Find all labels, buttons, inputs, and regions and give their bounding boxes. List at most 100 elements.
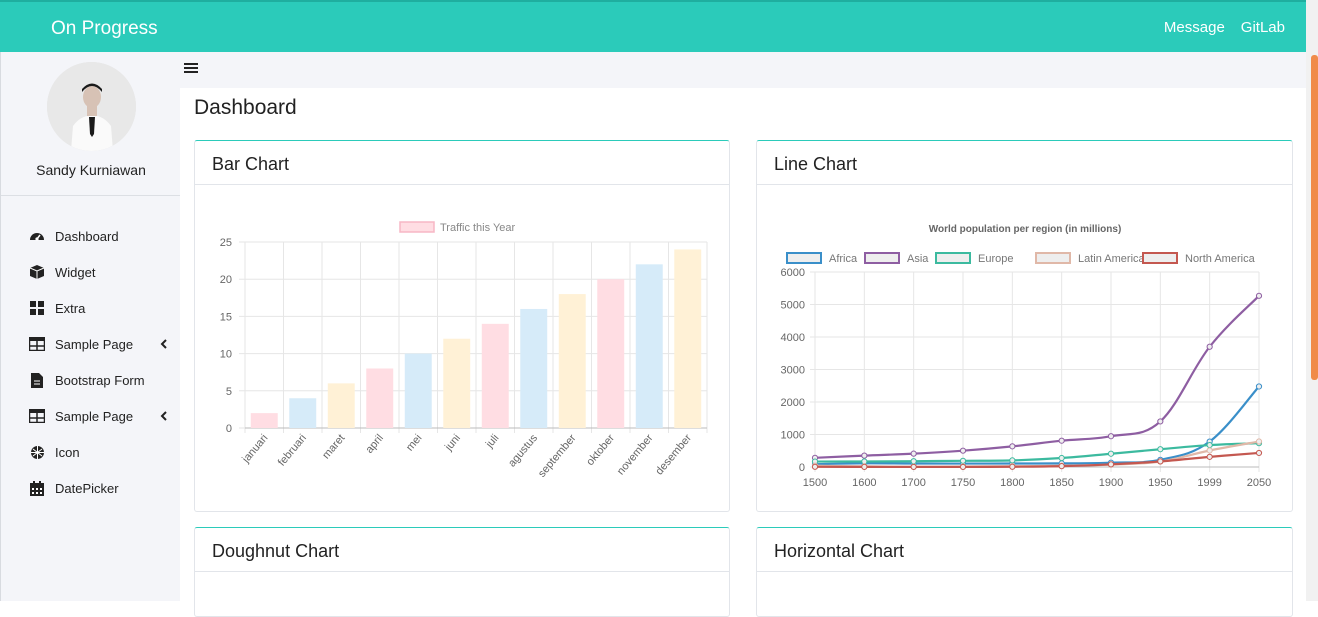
y-tick-label: 20 xyxy=(220,274,232,286)
data-point xyxy=(1206,453,1213,460)
x-tick-label: januari xyxy=(239,432,270,466)
x-tick-label: agustus xyxy=(506,432,540,470)
x-tick-label: 2050 xyxy=(1247,477,1271,489)
x-tick-label: februari xyxy=(276,432,309,468)
data-point xyxy=(1206,441,1213,449)
doughnut-chart-card: Doughnut Chart xyxy=(194,527,730,617)
table-icon xyxy=(29,408,45,424)
top-nav-links: Message GitLab xyxy=(1164,19,1285,36)
sidebar-item-label: Bootstrap Form xyxy=(55,372,145,388)
line-chart: World population per region (in millions… xyxy=(781,224,1272,489)
data-point xyxy=(959,457,967,464)
data-point xyxy=(1157,418,1164,425)
x-tick-label: april xyxy=(363,432,386,456)
legend-swatch xyxy=(864,252,900,264)
bar xyxy=(327,383,355,428)
grid-icon xyxy=(29,300,45,316)
sidebar-item-sample-page-1[interactable]: Sample Page xyxy=(1,326,181,362)
bar xyxy=(674,249,702,428)
legend-label: Traffic this Year xyxy=(440,222,516,234)
bar xyxy=(558,294,586,428)
bar xyxy=(597,279,625,428)
x-tick-label: oktober xyxy=(584,432,617,468)
data-point xyxy=(811,463,819,470)
sidebar-item-label: DatePicker xyxy=(55,480,119,496)
y-tick-label: 10 xyxy=(220,349,232,361)
y-tick-label: 0 xyxy=(226,423,232,435)
y-tick-label: 5 xyxy=(226,386,232,398)
legend-swatch xyxy=(786,252,822,264)
sidebar-item-label: Dashboard xyxy=(55,228,119,244)
data-point xyxy=(1058,437,1065,444)
chart-title: World population per region (in millions… xyxy=(929,224,1122,235)
sidebar-item-icon[interactable]: Icon xyxy=(1,434,181,470)
legend-swatch xyxy=(1142,252,1178,264)
x-tick-label: 1750 xyxy=(951,477,975,489)
scrollbar-thumb[interactable] xyxy=(1311,55,1318,380)
sidebar-item-label: Icon xyxy=(55,444,80,460)
message-link[interactable]: Message xyxy=(1164,19,1225,36)
globe-icon xyxy=(29,444,45,460)
bar xyxy=(366,368,394,428)
data-point xyxy=(1157,458,1164,465)
y-tick-label: 4000 xyxy=(781,332,805,344)
data-point xyxy=(910,463,917,471)
x-tick-label: 1700 xyxy=(901,477,925,489)
data-point xyxy=(1009,457,1016,464)
x-tick-label: mei xyxy=(404,432,425,453)
avatar xyxy=(47,62,136,151)
menu-toggle-icon[interactable] xyxy=(184,61,198,75)
x-tick-label: september xyxy=(536,432,579,480)
sidebar-item-datepicker[interactable]: DatePicker xyxy=(1,470,181,506)
data-point xyxy=(910,450,917,457)
bar xyxy=(520,308,548,428)
legend-label: Africa xyxy=(829,253,858,265)
line-chart-card: Line Chart World population per region (… xyxy=(756,140,1293,512)
legend-swatch xyxy=(399,221,435,233)
bar xyxy=(635,264,663,428)
user-name: Sandy Kurniawan xyxy=(36,162,146,178)
x-tick-label: 1999 xyxy=(1197,477,1221,489)
gitlab-link[interactable]: GitLab xyxy=(1241,19,1285,36)
data-point xyxy=(1206,343,1213,350)
sidebar-item-label: Sample Page xyxy=(55,336,134,352)
sidebar-divider xyxy=(1,195,181,196)
sidebar-item-label: Widget xyxy=(55,264,96,280)
sidebar-item-bootstrap-form[interactable]: Bootstrap Form xyxy=(1,362,181,398)
legend-swatch xyxy=(1035,252,1071,264)
data-point xyxy=(910,458,917,465)
horizontal-chart-card: Horizontal Chart xyxy=(756,527,1293,617)
card-title: Horizontal Chart xyxy=(757,528,1292,572)
card-title: Doughnut Chart xyxy=(195,528,729,572)
sidebar: Sandy Kurniawan Dashboard Widget Extra S… xyxy=(0,52,181,601)
bar xyxy=(404,353,432,428)
bar xyxy=(289,398,317,428)
data-point xyxy=(1255,438,1263,445)
sidebar-item-extra[interactable]: Extra xyxy=(1,290,181,326)
series-line xyxy=(814,385,1260,466)
bar xyxy=(481,323,509,428)
legend-label: Latin America xyxy=(1078,253,1146,265)
x-tick-label: 1800 xyxy=(1000,477,1024,489)
brand-title[interactable]: On Progress xyxy=(51,18,158,40)
legend-label: Asia xyxy=(907,253,929,265)
y-tick-label: 5000 xyxy=(781,300,805,312)
sidebar-item-widget[interactable]: Widget xyxy=(1,254,181,290)
data-point xyxy=(1255,292,1263,299)
sidebar-item-dashboard[interactable]: Dashboard xyxy=(1,218,181,254)
x-tick-label: juni xyxy=(442,432,463,454)
y-tick-label: 15 xyxy=(220,311,232,323)
bar-chart: Traffic this Year 0 5 10 15 20 25 januari februa… xyxy=(220,221,708,480)
top-navbar: On Progress Message GitLab xyxy=(0,0,1306,52)
x-tick-label: 1950 xyxy=(1148,477,1172,489)
data-point xyxy=(959,447,967,454)
series-line xyxy=(814,295,1260,459)
data-point xyxy=(861,452,868,459)
y-tick-label: 3000 xyxy=(781,365,805,377)
sidebar-item-sample-page-2[interactable]: Sample Page xyxy=(1,398,181,434)
card-title: Bar Chart xyxy=(195,141,729,185)
x-tick-label: 1500 xyxy=(803,477,827,489)
data-point xyxy=(1255,383,1263,390)
data-point xyxy=(1058,463,1065,470)
chevron-left-icon xyxy=(160,410,167,424)
